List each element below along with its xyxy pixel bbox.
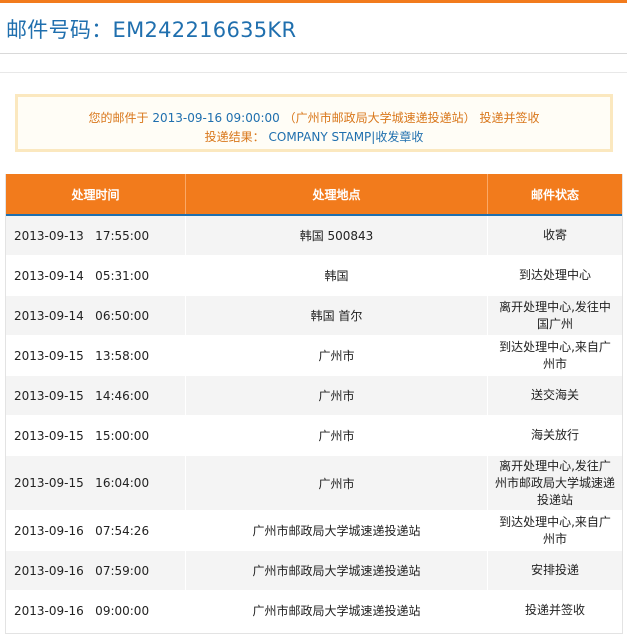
notice-result-value: COMPANY STAMP|收发章收 — [268, 130, 424, 144]
cell-place: 韩国 — [186, 256, 488, 295]
cell-status: 到达处理中心,来自广州市 — [499, 339, 611, 371]
notice-location: （广州市邮政局大学城速递投递站） — [283, 111, 476, 125]
table-row: 2013-09-15 15:00:00 广州市 海关放行 — [6, 416, 622, 456]
cell-place: 韩国 500843 — [186, 216, 488, 255]
delivery-notice: 您的邮件于 2013-09-16 09:00:00 （广州市邮政局大学城速递投递… — [15, 94, 613, 152]
cell-status: 离开处理中心,发往广州市邮政局大学城速递投递站 — [494, 458, 615, 507]
page-title: 邮件号码：EM242216635KR — [6, 18, 297, 42]
table-row: 2013-09-14 06:50:00 韩国 首尔 离开处理中心,发往中国广州 — [6, 296, 622, 336]
table-row: 2013-09-13 17:55:00 韩国 500843 收寄 — [6, 216, 622, 256]
cell-time: 2013-09-15 14:46:00 — [6, 376, 186, 415]
header-divider-band — [0, 55, 627, 73]
cell-time: 2013-09-16 07:54:26 — [6, 511, 186, 550]
cell-status: 离开处理中心,发往中国广州 — [499, 299, 611, 331]
table-row: 2013-09-15 14:46:00 广州市 送交海关 — [6, 376, 622, 416]
table-header: 处理时间 处理地点 邮件状态 — [6, 174, 622, 216]
cell-time: 2013-09-15 16:04:00 — [6, 456, 186, 510]
cell-place: 广州市 — [186, 456, 488, 510]
cell-place: 广州市 — [186, 336, 488, 375]
cell-status: 安排投递 — [530, 563, 579, 577]
table-row: 2013-09-16 07:54:26 广州市邮政局大学城速递投递站 到达处理中… — [6, 511, 622, 551]
notice-prefix: 您的邮件于 — [88, 111, 149, 125]
cell-status: 到达处理中心 — [518, 268, 591, 282]
cell-status: 收寄 — [542, 228, 567, 242]
cell-status: 投递并签收 — [524, 603, 585, 617]
cell-place: 广州市 — [186, 376, 488, 415]
notice-suffix: 投递并签收 — [479, 111, 540, 125]
cell-place: 广州市邮政局大学城速递投递站 — [186, 591, 488, 630]
cell-place: 韩国 首尔 — [186, 296, 488, 335]
table-row: 2013-09-15 13:58:00 广州市 到达处理中心,来自广州市 — [6, 336, 622, 376]
column-header-place: 处理地点 — [186, 174, 488, 214]
notice-line-1: 您的邮件于 2013-09-16 09:00:00 （广州市邮政局大学城速递投递… — [18, 109, 610, 128]
table-row: 2013-09-16 07:59:00 广州市邮政局大学城速递投递站 安排投递 — [6, 551, 622, 591]
cell-place: 广州市邮政局大学城速递投递站 — [186, 511, 488, 550]
cell-time: 2013-09-15 13:58:00 — [6, 336, 186, 375]
cell-time: 2013-09-16 07:59:00 — [6, 551, 186, 590]
tracking-table: 处理时间 处理地点 邮件状态 2013-09-13 17:55:00 韩国 50… — [5, 174, 623, 634]
page-header: 邮件号码：EM242216635KR — [0, 3, 627, 54]
column-header-status: 邮件状态 — [530, 187, 579, 202]
table-row: 2013-09-14 05:31:00 韩国 到达处理中心 — [6, 256, 622, 296]
cell-time: 2013-09-15 15:00:00 — [6, 416, 186, 455]
column-header-time: 处理时间 — [6, 174, 186, 214]
cell-time: 2013-09-16 09:00:00 — [6, 591, 186, 630]
notice-line-2: 投递结果： COMPANY STAMP|收发章收 — [18, 128, 610, 147]
cell-time: 2013-09-14 06:50:00 — [6, 296, 186, 335]
cell-time: 2013-09-14 05:31:00 — [6, 256, 186, 295]
cell-place: 广州市 — [186, 416, 488, 455]
table-row: 2013-09-15 16:04:00 广州市 离开处理中心,发往广州市邮政局大… — [6, 456, 622, 511]
cell-time: 2013-09-13 17:55:00 — [6, 216, 186, 255]
cell-place: 广州市邮政局大学城速递投递站 — [186, 551, 488, 590]
cell-status: 海关放行 — [530, 428, 579, 442]
cell-status: 到达处理中心,来自广州市 — [499, 514, 611, 546]
cell-status: 送交海关 — [530, 388, 579, 402]
notice-result-label: 投递结果： — [204, 130, 265, 144]
table-row: 2013-09-16 09:00:00 广州市邮政局大学城速递投递站 投递并签收 — [6, 591, 622, 631]
notice-datetime: 2013-09-16 09:00:00 — [152, 111, 280, 125]
